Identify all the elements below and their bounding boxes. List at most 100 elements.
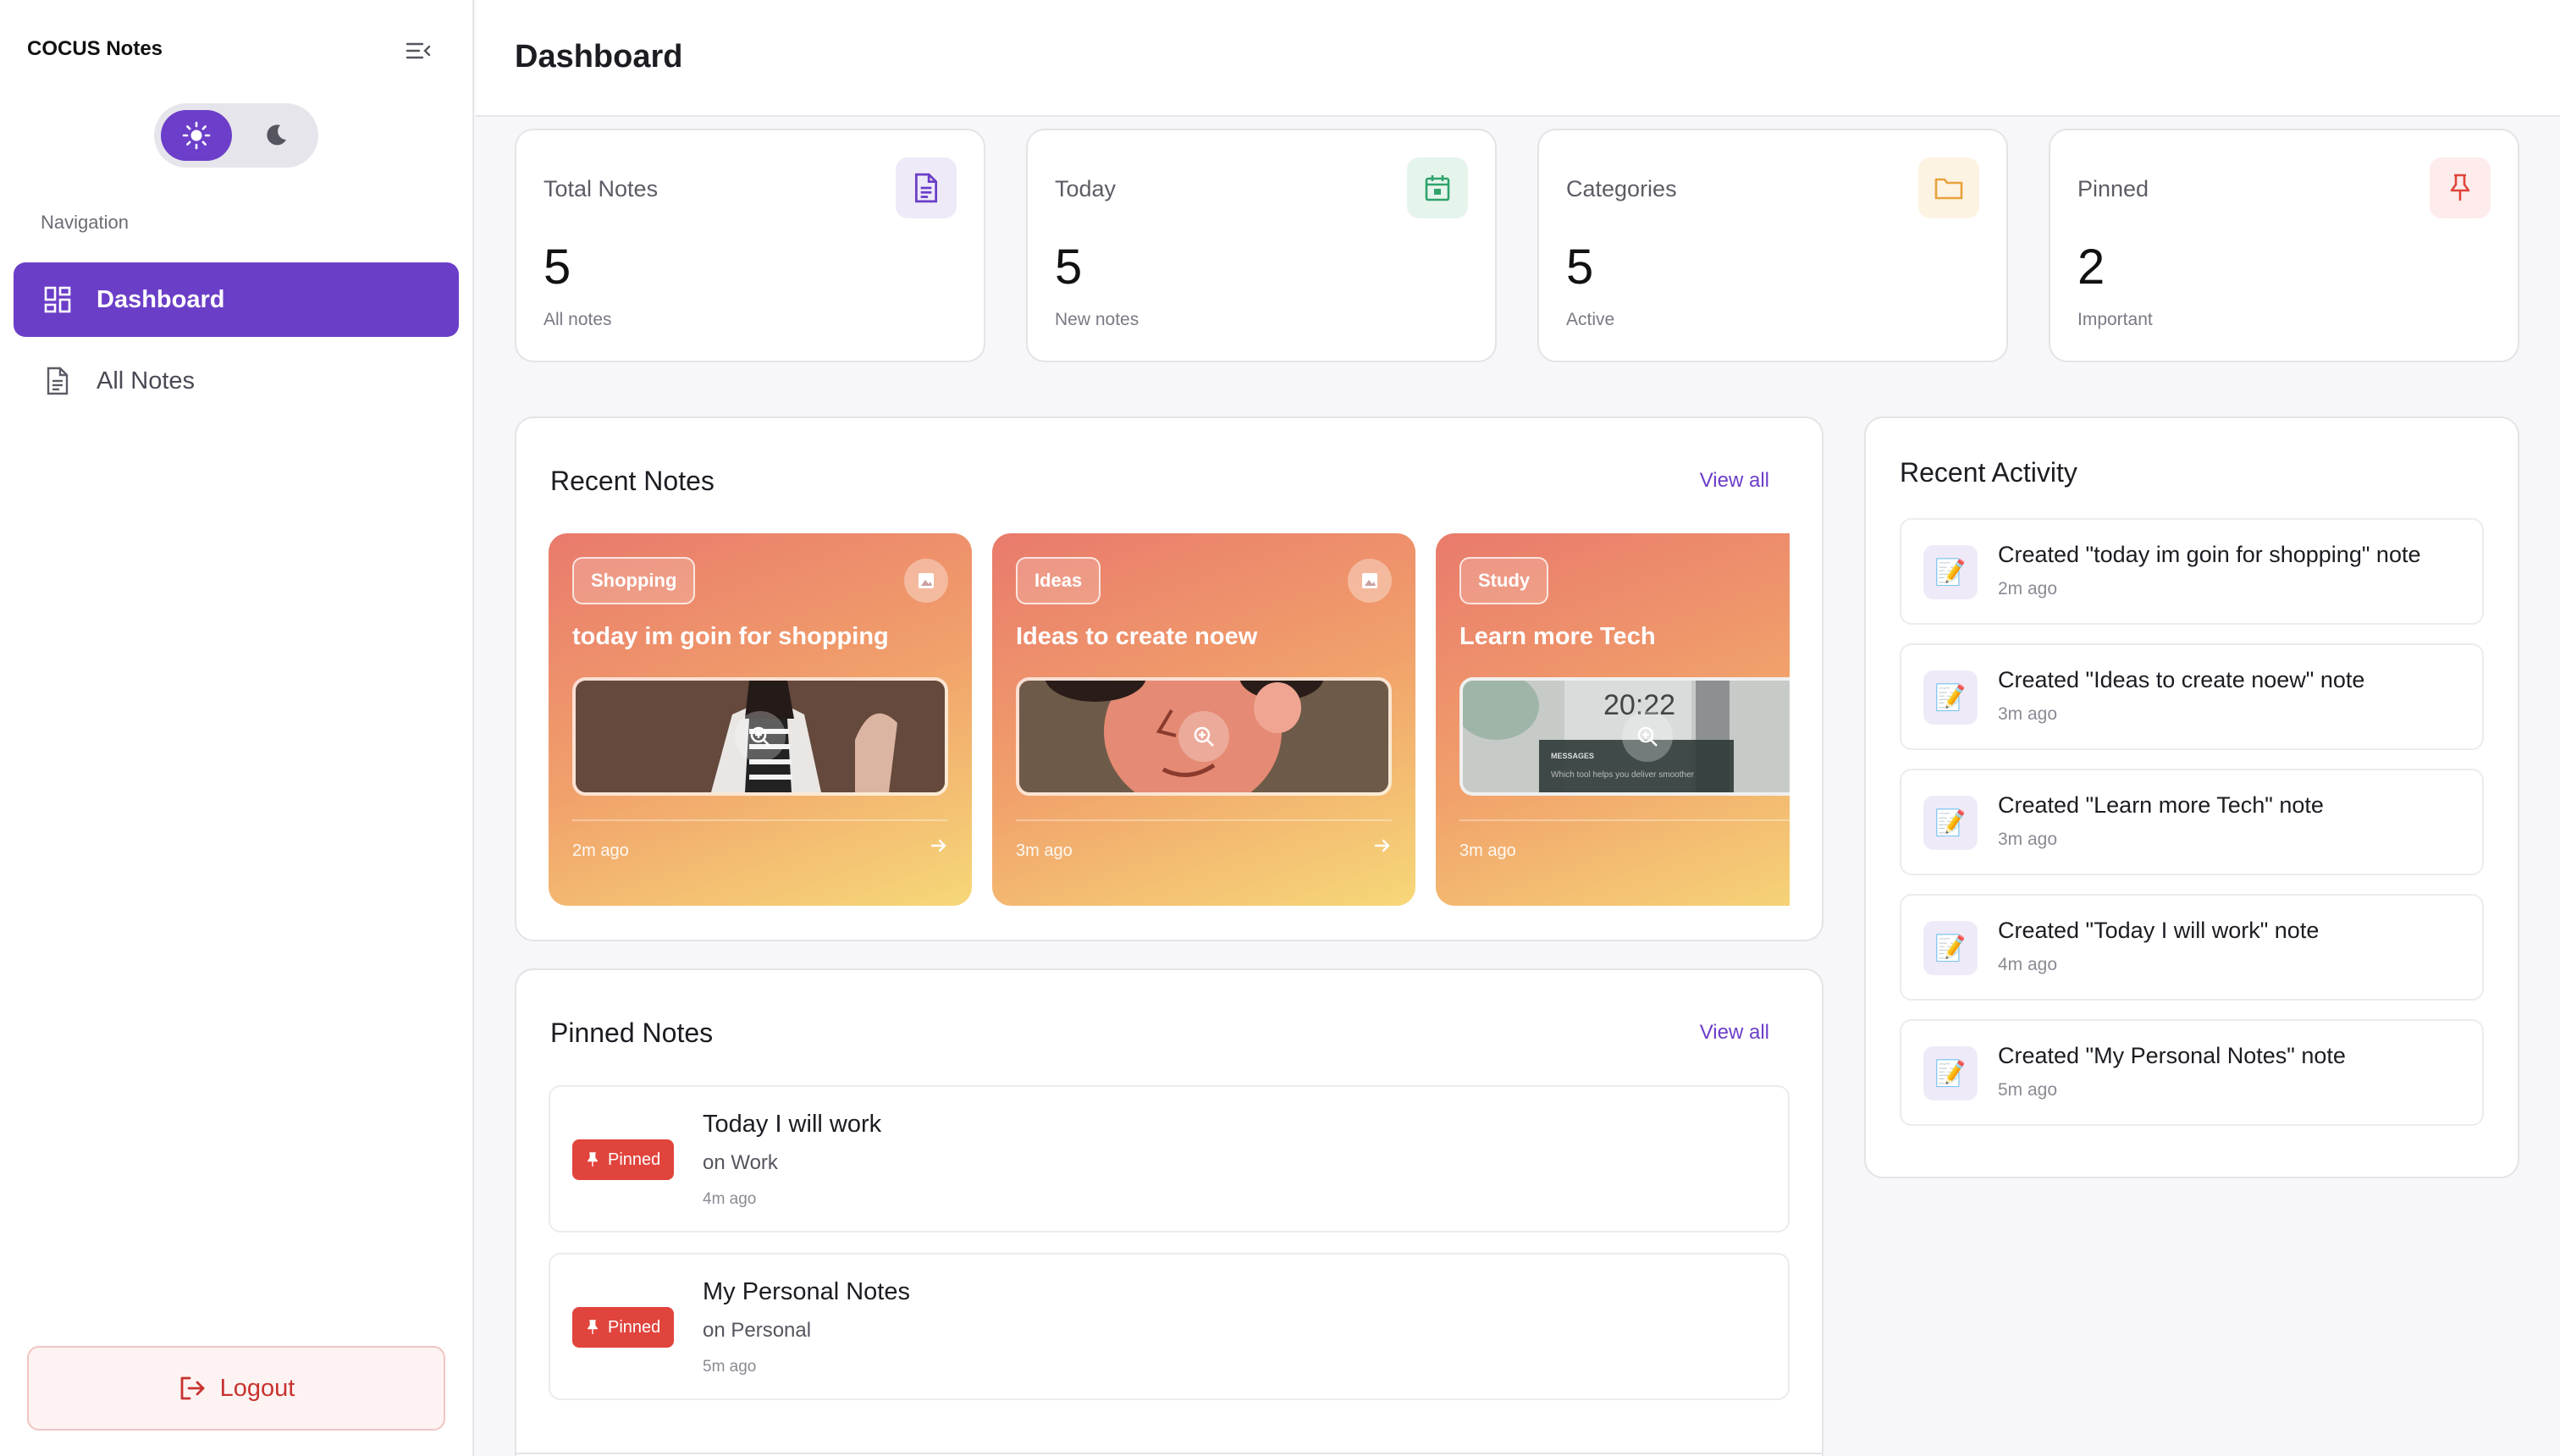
memo-icon: 📝 bbox=[1923, 670, 1978, 725]
note-card[interactable]: Ideas Ideas to create noew 3m ago bbox=[992, 533, 1415, 906]
note-thumbnail[interactable] bbox=[1016, 677, 1392, 796]
stat-subtitle: Active bbox=[1566, 310, 1615, 329]
pinned-note-category: on Personal bbox=[703, 1319, 812, 1342]
sidebar-item-label: All Notes bbox=[97, 367, 196, 394]
calendar-icon bbox=[1407, 157, 1468, 218]
divider bbox=[1459, 819, 1790, 821]
pinned-badge-label: Pinned bbox=[608, 1150, 661, 1169]
memo-icon: 📝 bbox=[1923, 796, 1978, 850]
image-icon bbox=[1348, 559, 1392, 603]
stat-subtitle: Important bbox=[2077, 310, 2153, 329]
pinned-note-item[interactable]: Pinned My Personal Notes on Personal 5m … bbox=[549, 1253, 1790, 1400]
pinned-badge: Pinned bbox=[572, 1307, 675, 1348]
pinned-note-time: 5m ago bbox=[703, 1358, 757, 1376]
stat-subtitle: All notes bbox=[543, 310, 612, 329]
note-thumbnail[interactable]: 20:22 MESSAGES Which tool helps you deli… bbox=[1459, 677, 1790, 796]
activity-text: Created "My Personal Notes" note bbox=[1998, 1043, 2346, 1068]
pinned-note-time: 4m ago bbox=[703, 1190, 757, 1208]
activity-time: 2m ago bbox=[1998, 579, 2058, 598]
recent-notes-carousel[interactable]: Shopping today im goin for shopping 2m a… bbox=[549, 533, 1790, 906]
activity-text: Created "Learn more Tech" note bbox=[1998, 792, 2324, 818]
pinned-notes-view-all-link[interactable]: View all bbox=[1700, 1021, 1769, 1045]
recent-notes-title: Recent Notes bbox=[550, 466, 714, 496]
top-header: Dashboard bbox=[476, 0, 2560, 117]
sidebar: COCUS Notes Navigation Dashboard All Not… bbox=[0, 0, 474, 1456]
activity-item: 📝 Created "Ideas to create noew" note 3m… bbox=[1900, 643, 2484, 750]
activity-text: Created "today im goin for shopping" not… bbox=[1998, 542, 2421, 567]
activity-time: 3m ago bbox=[1998, 704, 2058, 724]
activity-item: 📝 Created "today im goin for shopping" n… bbox=[1900, 518, 2484, 625]
sidebar-item-all-notes[interactable]: All Notes bbox=[14, 344, 459, 418]
app-title: COCUS Notes bbox=[27, 37, 163, 60]
memo-icon: 📝 bbox=[1923, 921, 1978, 975]
stat-card-total-notes: Total Notes 5 All notes bbox=[515, 129, 985, 362]
stat-label: Total Notes bbox=[543, 176, 659, 201]
stat-value: 5 bbox=[543, 240, 571, 295]
light-theme-button[interactable] bbox=[161, 110, 232, 161]
pinned-note-title: Today I will work bbox=[703, 1111, 882, 1138]
pin-icon bbox=[2430, 157, 2491, 218]
moon-icon bbox=[267, 124, 286, 146]
activity-text: Created "Today I will work" note bbox=[1998, 918, 2320, 943]
note-title: Learn more Tech bbox=[1459, 623, 1656, 650]
collapse-sidebar-button[interactable] bbox=[401, 34, 435, 68]
note-time: 3m ago bbox=[1016, 841, 1073, 860]
pinned-note-item[interactable]: Pinned Today I will work on Work 4m ago bbox=[549, 1085, 1790, 1233]
pinned-note-title: My Personal Notes bbox=[703, 1278, 910, 1305]
note-card[interactable]: Shopping today im goin for shopping 2m a… bbox=[549, 533, 972, 906]
activity-item: 📝 Created "Learn more Tech" note 3m ago bbox=[1900, 769, 2484, 875]
activity-time: 5m ago bbox=[1998, 1080, 2058, 1100]
logout-label: Logout bbox=[219, 1374, 295, 1402]
stat-label: Today bbox=[1055, 176, 1117, 201]
memo-icon: 📝 bbox=[1923, 545, 1978, 599]
activity-item: 📝 Created "My Personal Notes" note 5m ag… bbox=[1900, 1019, 2484, 1126]
activity-text: Created "Ideas to create noew" note bbox=[1998, 667, 2365, 692]
recent-notes-view-all-link[interactable]: View all bbox=[1700, 469, 1769, 493]
divider bbox=[572, 819, 948, 821]
category-badge: Ideas bbox=[1016, 557, 1101, 604]
pinned-badge: Pinned bbox=[572, 1139, 675, 1180]
zoom-icon[interactable] bbox=[1622, 711, 1673, 762]
menu-collapse-icon bbox=[406, 42, 431, 59]
stat-card-today: Today 5 New notes bbox=[1026, 129, 1497, 362]
sun-icon bbox=[182, 121, 211, 150]
logout-icon bbox=[178, 1374, 207, 1403]
thumb-text: Which tool helps you deliver smoother bbox=[1551, 770, 1694, 780]
pin-icon bbox=[586, 1319, 599, 1336]
dark-theme-button[interactable] bbox=[240, 110, 312, 161]
stat-value: 5 bbox=[1566, 240, 1594, 295]
arrow-right-icon[interactable] bbox=[930, 836, 948, 855]
category-badge: Shopping bbox=[572, 557, 696, 604]
theme-toggle bbox=[154, 103, 318, 168]
note-card[interactable]: Study Learn more Tech 20:22 MESSAGES Whi… bbox=[1436, 533, 1790, 906]
document-icon bbox=[896, 157, 957, 218]
zoom-icon[interactable] bbox=[735, 711, 786, 762]
pinned-note-category: on Work bbox=[703, 1151, 778, 1174]
category-badge: Study bbox=[1459, 557, 1549, 604]
memo-icon: 📝 bbox=[1923, 1046, 1978, 1100]
nav-section-title: Navigation bbox=[41, 212, 129, 233]
thumb-caption: MESSAGES bbox=[1551, 752, 1595, 760]
stat-card-pinned: Pinned 2 Important bbox=[2049, 129, 2519, 362]
note-title: Ideas to create noew bbox=[1016, 623, 1258, 650]
stat-subtitle: New notes bbox=[1055, 310, 1139, 329]
note-title: today im goin for shopping bbox=[572, 623, 889, 650]
stat-value: 5 bbox=[1055, 240, 1083, 295]
activity-time: 3m ago bbox=[1998, 830, 2058, 849]
pinned-badge-label: Pinned bbox=[608, 1317, 661, 1337]
logout-button[interactable]: Logout bbox=[27, 1346, 445, 1431]
note-time: 3m ago bbox=[1459, 841, 1516, 860]
sidebar-item-dashboard[interactable]: Dashboard bbox=[14, 262, 459, 337]
sidebar-item-label: Dashboard bbox=[97, 285, 225, 313]
note-time: 2m ago bbox=[572, 841, 629, 860]
stat-value: 2 bbox=[2077, 240, 2105, 295]
recent-activity-title: Recent Activity bbox=[1900, 457, 2077, 488]
stat-card-categories: Categories 5 Active bbox=[1537, 129, 2008, 362]
arrow-right-icon[interactable] bbox=[1373, 836, 1392, 855]
zoom-icon[interactable] bbox=[1178, 711, 1229, 762]
note-thumbnail[interactable] bbox=[572, 677, 948, 796]
document-icon bbox=[42, 366, 73, 396]
page-title: Dashboard bbox=[515, 39, 683, 74]
dashboard-icon bbox=[42, 284, 73, 315]
stat-label: Pinned bbox=[2077, 176, 2149, 201]
